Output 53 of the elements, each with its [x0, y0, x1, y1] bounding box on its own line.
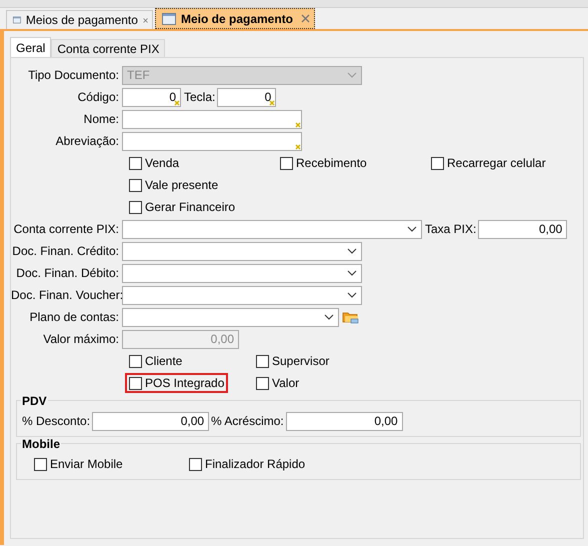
checkbox-option[interactable]: Recarregar celular	[427, 153, 550, 173]
checkbox-option[interactable]: Recebimento	[276, 153, 371, 173]
code-field[interactable]: 0	[122, 88, 181, 106]
checkbox-option[interactable]: Venda	[125, 153, 184, 173]
document-dropdown[interactable]	[122, 242, 362, 260]
field-label: % Acréscimo:	[211, 414, 284, 428]
field-label: Abreviação:	[54, 134, 119, 148]
chevron-down-icon	[324, 314, 334, 320]
window-icon	[13, 14, 21, 26]
field-label: Nome:	[82, 112, 119, 126]
field-label: % Desconto:	[22, 414, 90, 428]
document-dropdown[interactable]	[122, 286, 362, 304]
percent-field[interactable]: 0,00	[92, 412, 210, 430]
pix-account-dropdown[interactable]	[122, 220, 422, 238]
document-tab[interactable]: Meio de pagamento	[155, 8, 315, 29]
field-label: Taxa PIX:	[425, 222, 476, 236]
checkbox-option[interactable]: Enviar Mobile	[30, 454, 127, 474]
field-label: Doc. Finan. Débito:	[15, 266, 119, 280]
key-field[interactable]: 0	[217, 88, 276, 106]
field-label: Plano de contas:	[28, 310, 119, 324]
pix-fee-field[interactable]: 0,00	[478, 220, 568, 238]
folder-icon[interactable]	[342, 310, 359, 324]
form-tab[interactable]: Geral	[10, 37, 52, 57]
chevron-down-icon	[407, 226, 417, 232]
checkbox-option[interactable]: POS Integrado	[125, 373, 228, 393]
group-title: PDV	[21, 394, 48, 408]
checkbox-option[interactable]: Gerar Financeiro	[125, 197, 240, 217]
checkbox-option[interactable]: Cliente	[125, 351, 186, 371]
window-icon	[162, 12, 176, 24]
chevron-down-icon	[347, 270, 357, 276]
abbreviation-field[interactable]	[122, 132, 302, 150]
field-label: Valor máximo:	[42, 332, 119, 346]
close-icon[interactable]	[301, 14, 310, 23]
checkbox-option[interactable]: Supervisor	[252, 351, 334, 371]
name-field[interactable]	[122, 110, 302, 128]
checkbox-option[interactable]: Finalizador Rápido	[185, 454, 310, 474]
close-icon[interactable]	[142, 16, 148, 24]
field-label: Tipo Documento:	[27, 68, 119, 82]
percent-field[interactable]: 0,00	[286, 412, 403, 430]
document-tab[interactable]: Meios de pagamento	[6, 10, 153, 29]
chevron-down-icon	[347, 72, 357, 78]
field-label: Código:	[76, 90, 119, 104]
group-title: Mobile	[21, 437, 61, 451]
chevron-down-icon	[347, 248, 357, 254]
account-plan-dropdown[interactable]	[122, 308, 339, 326]
document-dropdown[interactable]	[122, 264, 362, 282]
field-label: Tecla:	[184, 90, 216, 104]
checkbox-option[interactable]: Vale presente	[125, 175, 222, 195]
field-label: Doc. Finan. Crédito:	[11, 244, 119, 258]
form-tab[interactable]: Conta corrente PIX	[51, 39, 166, 57]
chevron-down-icon	[347, 292, 357, 298]
checkbox-option[interactable]: Valor	[252, 373, 304, 393]
field-label: Conta corrente PIX:	[12, 222, 119, 236]
